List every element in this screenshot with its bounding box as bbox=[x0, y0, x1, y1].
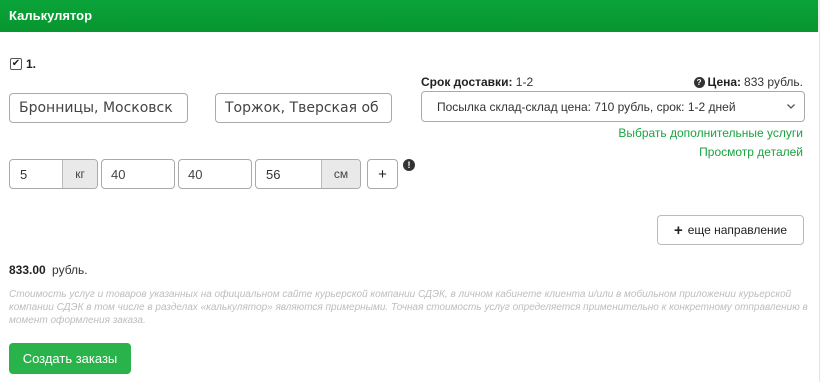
check-icon: ✔ bbox=[11, 58, 21, 69]
height-group: 56 см bbox=[255, 159, 361, 189]
to-city-input[interactable]: Торжок, Тверская об bbox=[215, 93, 392, 123]
price-label: Цена: bbox=[707, 75, 742, 89]
to-city-value: Торжок, Тверская об bbox=[225, 100, 379, 116]
weight-value: 5 bbox=[20, 166, 28, 182]
from-city-input[interactable]: Бронницы, Московск bbox=[9, 93, 188, 123]
warning-icon[interactable]: ! bbox=[403, 159, 415, 171]
item-checkbox[interactable]: ✔ bbox=[10, 58, 22, 70]
from-city-value: Бронницы, Московск bbox=[19, 100, 173, 116]
height-value: 56 bbox=[266, 166, 281, 182]
item-number: 1. bbox=[26, 57, 37, 71]
delivery-term-value: 1-2 bbox=[515, 75, 534, 89]
height-input[interactable]: 56 bbox=[256, 160, 321, 188]
tariff-select[interactable]: Посылка склад-склад цена: 710 рубль, сро… bbox=[421, 91, 805, 122]
item-row-header: ✔ 1. bbox=[10, 57, 36, 71]
add-direction-label: еще направление bbox=[687, 223, 788, 237]
price-disclaimer: Стоимость услуг и товаров указанных на о… bbox=[9, 289, 808, 326]
tariff-selected-value: Посылка склад-склад цена: 710 рубль, сро… bbox=[437, 99, 736, 114]
details-link[interactable]: Просмотр деталей bbox=[699, 145, 803, 159]
length-input[interactable]: 40 bbox=[101, 159, 175, 189]
price-value: 833 рубль. bbox=[744, 75, 803, 89]
size-unit: см bbox=[320, 160, 360, 188]
calculator-title: Калькулятор bbox=[9, 8, 93, 23]
add-direction-button[interactable]: + еще направление bbox=[657, 215, 804, 245]
weight-input[interactable]: 5 bbox=[10, 160, 62, 188]
length-value: 40 bbox=[111, 166, 126, 182]
weight-unit: кг bbox=[62, 160, 97, 188]
delivery-term: Срок доставки: 1-2 bbox=[421, 75, 533, 89]
delivery-term-label: Срок доставки: bbox=[421, 75, 513, 89]
total-amount: 833.00 bbox=[9, 263, 46, 277]
width-input[interactable]: 40 bbox=[178, 159, 252, 189]
weight-group: 5 кг bbox=[9, 159, 98, 189]
width-value: 40 bbox=[188, 166, 203, 182]
total-price: 833.00 рубль. bbox=[9, 263, 88, 277]
plus-icon: + bbox=[673, 221, 683, 239]
total-currency: рубль. bbox=[52, 263, 88, 277]
chevron-down-icon bbox=[787, 104, 795, 109]
create-orders-button[interactable]: Создать заказы bbox=[9, 343, 131, 374]
extra-services-link[interactable]: Выбрать дополнительные услуги bbox=[618, 126, 803, 140]
question-icon[interactable]: ? bbox=[693, 76, 705, 88]
price-info: ? Цена: 833 рубль. bbox=[693, 75, 803, 89]
calculator-header: Калькулятор bbox=[0, 0, 820, 32]
add-package-button[interactable]: + bbox=[367, 159, 398, 189]
